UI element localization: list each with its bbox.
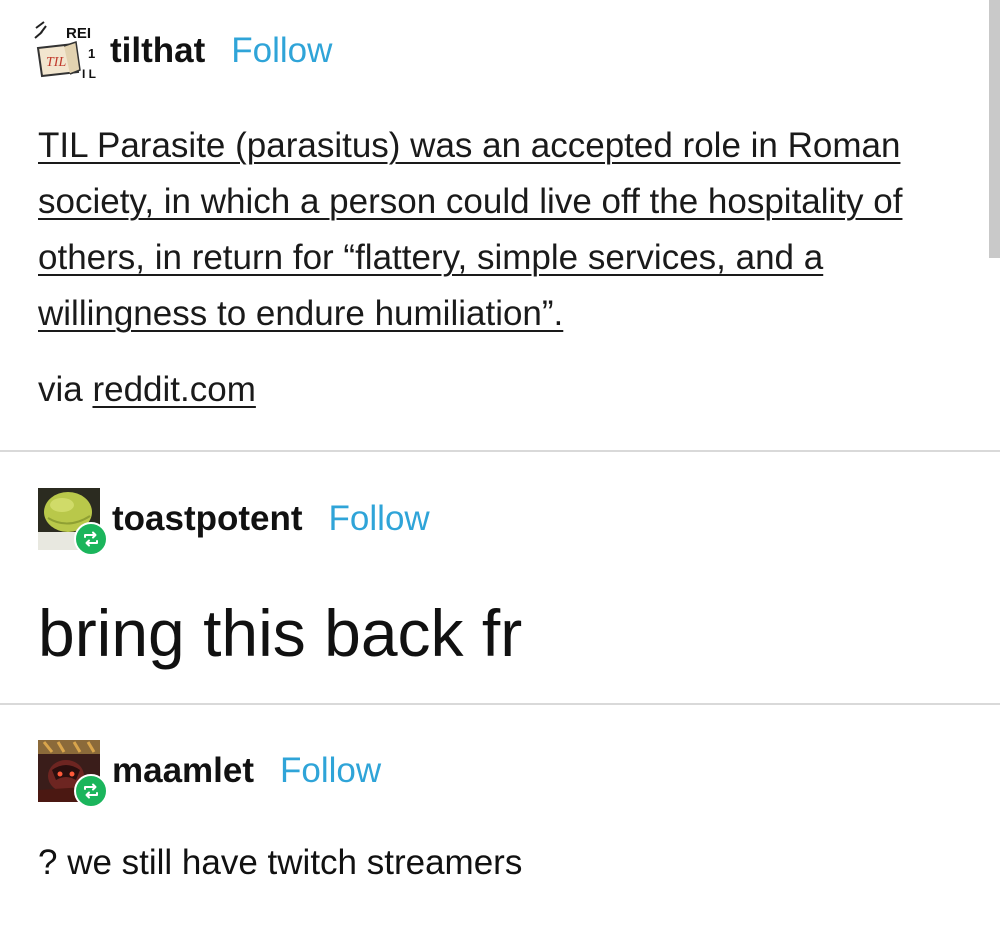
avatar-toastpotent[interactable] bbox=[38, 488, 108, 556]
avatar-maamlet[interactable] bbox=[38, 740, 108, 808]
username-tilthat[interactable]: tilthat bbox=[110, 31, 205, 71]
til-logo-icon: REI TIL 1 I L bbox=[34, 20, 96, 82]
reblog-badge bbox=[74, 774, 108, 808]
svg-text:I L: I L bbox=[82, 67, 96, 81]
username-maamlet[interactable]: maamlet bbox=[112, 751, 254, 791]
post-header-tilthat: REI TIL 1 I L tilthat Follow bbox=[34, 20, 332, 82]
til-post-link[interactable]: TIL Parasite (parasitus) was an accepted… bbox=[38, 126, 902, 333]
svg-text:TIL: TIL bbox=[46, 55, 66, 70]
post-divider bbox=[0, 450, 1000, 452]
username-toastpotent[interactable]: toastpotent bbox=[112, 499, 303, 539]
post-header-maamlet: maamlet Follow bbox=[38, 740, 381, 808]
via-source: via reddit.com bbox=[38, 370, 256, 410]
reblog-icon bbox=[84, 783, 98, 799]
via-link-reddit[interactable]: reddit.com bbox=[92, 370, 255, 409]
post-header-toastpotent: toastpotent Follow bbox=[38, 488, 430, 556]
follow-button-toastpotent[interactable]: Follow bbox=[329, 499, 430, 539]
avatar-tilthat[interactable]: REI TIL 1 I L bbox=[34, 20, 96, 82]
reblog-icon bbox=[84, 531, 98, 547]
post-body-toastpotent: bring this back fr bbox=[38, 596, 523, 670]
via-prefix: via bbox=[38, 370, 93, 409]
reblog-badge bbox=[74, 522, 108, 556]
svg-text:1: 1 bbox=[88, 46, 95, 61]
follow-button-maamlet[interactable]: Follow bbox=[280, 751, 381, 791]
post-body-tilthat: TIL Parasite (parasitus) was an accepted… bbox=[38, 118, 968, 342]
follow-button-tilthat[interactable]: Follow bbox=[231, 31, 332, 71]
svg-text:REI: REI bbox=[66, 25, 91, 42]
scrollbar[interactable] bbox=[989, 0, 1000, 258]
post-divider bbox=[0, 703, 1000, 705]
post-body-maamlet: ? we still have twitch streamers bbox=[38, 843, 523, 882]
